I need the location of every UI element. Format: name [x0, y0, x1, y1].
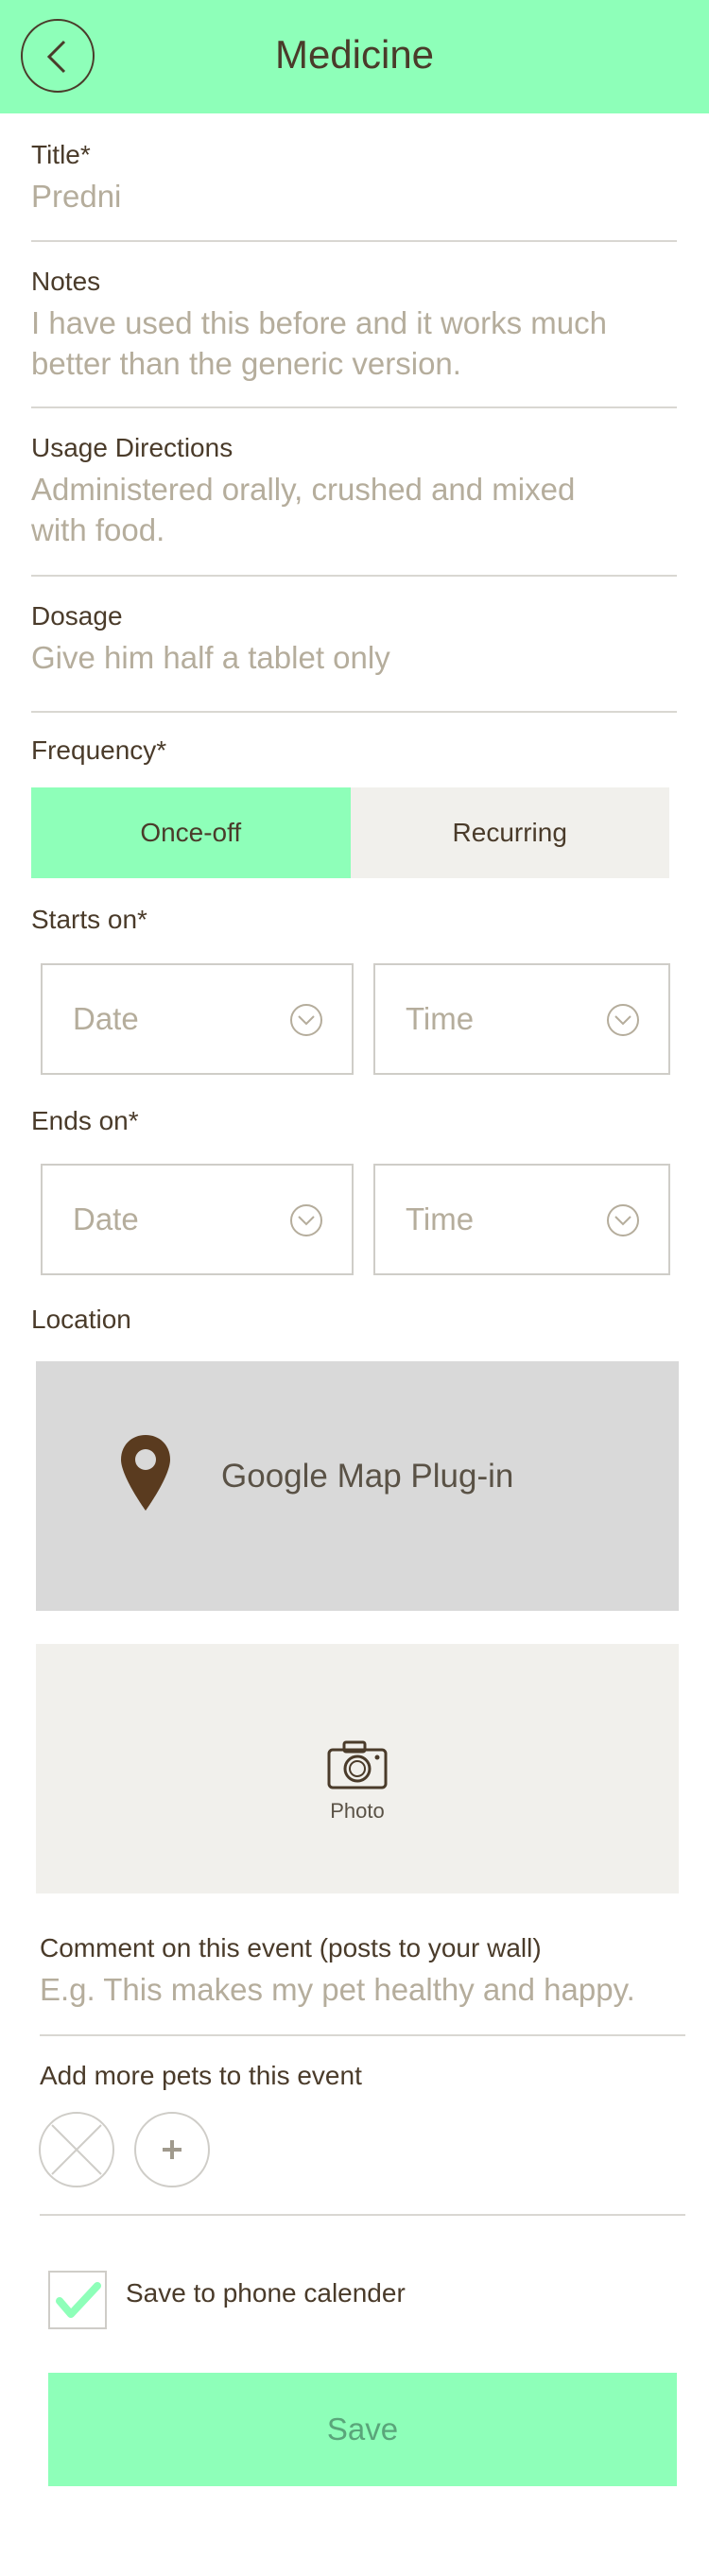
divider — [40, 2034, 685, 2036]
map-pin-icon — [121, 1435, 170, 1511]
frequency-field: Frequency* — [31, 735, 677, 766]
chevron-down-icon — [290, 1004, 322, 1036]
end-date-picker[interactable]: Date — [41, 1164, 354, 1275]
frequency-toggle: Once-off Recurring — [31, 787, 669, 878]
starts-on-field: Starts on* — [31, 905, 677, 935]
location-label: Location — [31, 1305, 131, 1334]
end-date-placeholder: Date — [73, 1202, 139, 1236]
notes-label: Notes — [31, 267, 101, 296]
frequency-once-off-button[interactable]: Once-off — [31, 787, 351, 878]
dosage-field[interactable]: Dosage Give him half a tablet only — [31, 601, 677, 678]
title-field[interactable]: Title* Predni — [31, 140, 677, 216]
end-time-placeholder: Time — [406, 1202, 475, 1236]
comment-input[interactable]: E.g. This makes my pet healthy and happy… — [40, 1969, 685, 2010]
comment-label: Comment on this event (posts to your wal… — [40, 1933, 542, 1962]
page-title: Medicine — [274, 32, 435, 77]
google-map[interactable]: Google Map Plug-in — [36, 1361, 679, 1611]
chevron-down-icon — [607, 1004, 639, 1036]
divider — [31, 240, 677, 242]
title-value[interactable]: Predni — [31, 176, 677, 216]
chevron-down-icon — [290, 1204, 322, 1236]
divider — [40, 2214, 685, 2216]
usage-value[interactable]: Administered orally, crushed and mixed w… — [31, 469, 598, 550]
save-calendar-checkbox[interactable] — [48, 2271, 107, 2329]
app-header: Medicine — [0, 0, 709, 113]
close-icon — [51, 2124, 102, 2175]
usage-label: Usage Directions — [31, 433, 233, 462]
comment-field[interactable]: Comment on this event (posts to your wal… — [40, 1933, 685, 2010]
chevron-down-icon — [607, 1204, 639, 1236]
pets-field: Add more pets to this event — [40, 2061, 685, 2091]
checkmark-icon — [56, 2282, 101, 2318]
frequency-label: Frequency* — [31, 735, 167, 765]
divider — [31, 711, 677, 713]
add-pet-button[interactable] — [134, 2112, 210, 2187]
remove-pet-button[interactable] — [39, 2112, 114, 2187]
start-time-placeholder: Time — [406, 1001, 475, 1036]
start-date-picker[interactable]: Date — [41, 963, 354, 1075]
location-field: Location — [31, 1305, 677, 1335]
notes-value[interactable]: I have used this before and it works muc… — [31, 303, 636, 384]
divider — [31, 406, 677, 408]
photo-label: Photo — [330, 1799, 385, 1823]
divider — [31, 575, 677, 577]
dosage-label: Dosage — [31, 601, 123, 631]
photo-upload[interactable]: Photo — [36, 1644, 679, 1893]
dosage-value[interactable]: Give him half a tablet only — [31, 637, 677, 678]
ends-on-field: Ends on* — [31, 1106, 677, 1136]
pets-label: Add more pets to this event — [40, 2061, 362, 2090]
usage-field[interactable]: Usage Directions Administered orally, cr… — [31, 433, 598, 550]
save-button[interactable]: Save — [48, 2373, 677, 2486]
frequency-recurring-button[interactable]: Recurring — [350, 787, 669, 878]
ends-on-label: Ends on* — [31, 1106, 139, 1135]
plus-icon — [163, 2140, 182, 2159]
map-placeholder-text: Google Map Plug-in — [221, 1458, 514, 1495]
starts-on-label: Starts on* — [31, 905, 147, 934]
start-date-placeholder: Date — [73, 1001, 139, 1036]
start-time-picker[interactable]: Time — [373, 963, 670, 1075]
title-label: Title* — [31, 140, 91, 169]
save-calendar-label: Save to phone calender — [126, 2278, 406, 2308]
camera-icon — [327, 1740, 388, 1789]
notes-field[interactable]: Notes I have used this before and it wor… — [31, 267, 636, 384]
end-time-picker[interactable]: Time — [373, 1164, 670, 1275]
